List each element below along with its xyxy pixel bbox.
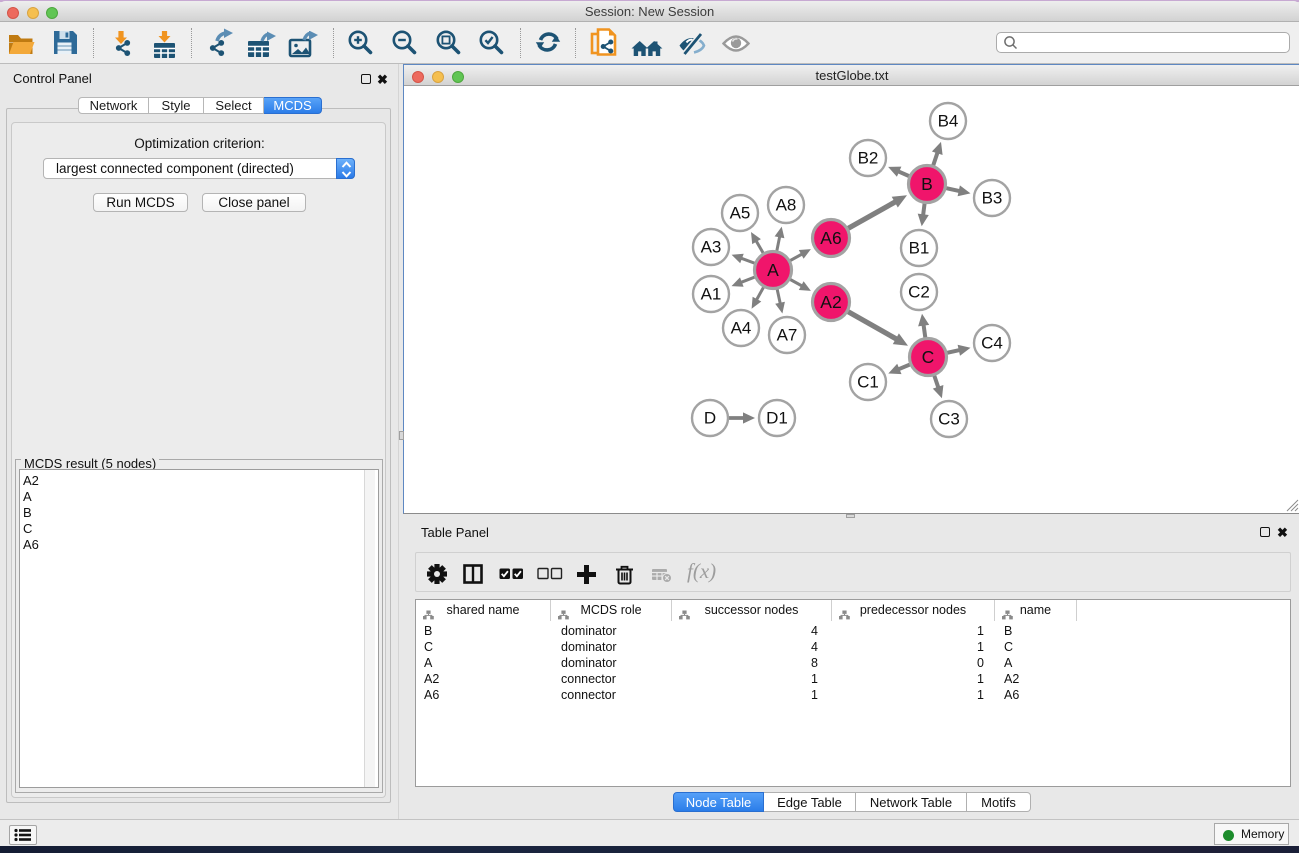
svg-text:D: D — [704, 409, 716, 428]
svg-text:C3: C3 — [938, 410, 960, 429]
svg-text:A4: A4 — [731, 319, 752, 338]
svg-text:A5: A5 — [730, 204, 751, 223]
svg-text:A: A — [767, 260, 779, 280]
svg-text:C4: C4 — [981, 334, 1003, 353]
svg-text:B1: B1 — [909, 239, 930, 258]
svg-text:B4: B4 — [938, 112, 959, 131]
svg-text:C1: C1 — [857, 373, 879, 392]
svg-text:A7: A7 — [777, 326, 798, 345]
svg-text:B3: B3 — [982, 189, 1003, 208]
svg-text:A8: A8 — [776, 196, 797, 215]
svg-text:D1: D1 — [766, 409, 788, 428]
svg-text:B: B — [921, 174, 933, 194]
svg-text:A1: A1 — [701, 285, 722, 304]
svg-text:A6: A6 — [820, 228, 841, 248]
svg-text:C: C — [922, 347, 935, 367]
svg-text:B2: B2 — [858, 149, 879, 168]
svg-text:C2: C2 — [908, 283, 930, 302]
svg-text:A3: A3 — [701, 238, 722, 257]
svg-text:A2: A2 — [820, 292, 841, 312]
